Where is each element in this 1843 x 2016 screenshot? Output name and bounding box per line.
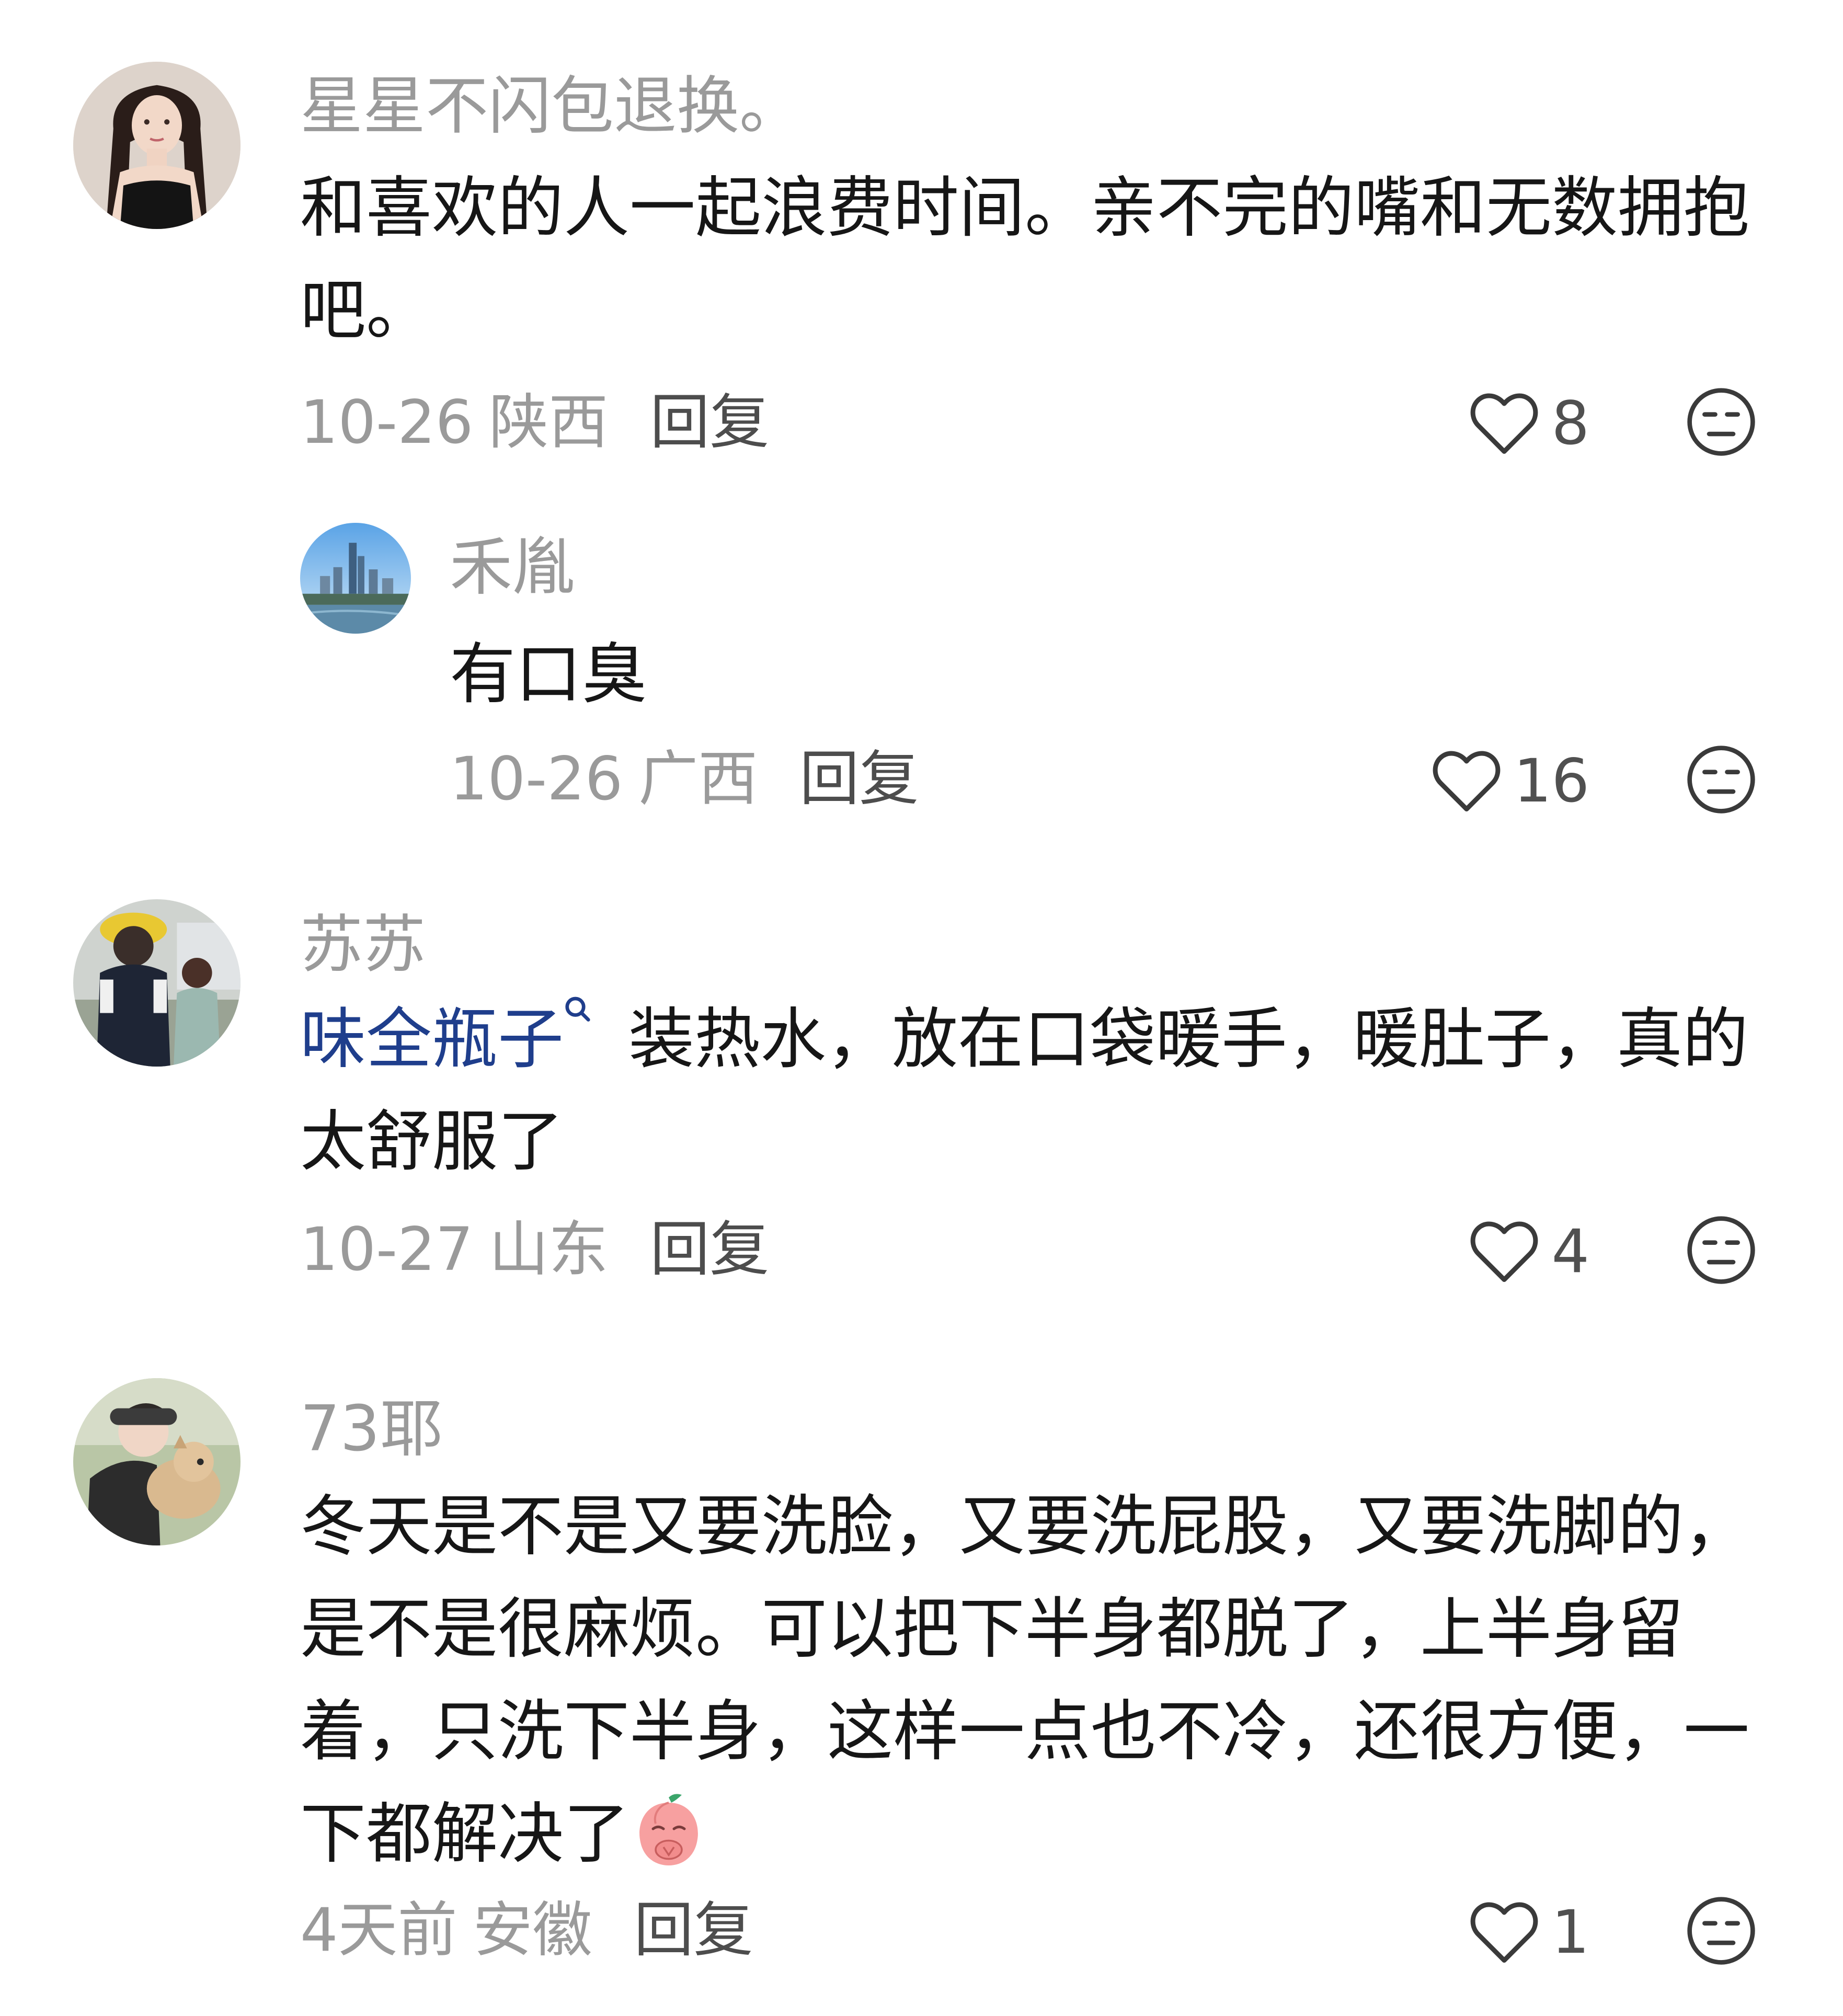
avatar-two-kids-icon bbox=[73, 899, 241, 1067]
search-icon[interactable] bbox=[564, 994, 592, 1031]
heart-outline-icon bbox=[1433, 751, 1501, 812]
unamused-face-icon[interactable] bbox=[1685, 1895, 1757, 1967]
avatar[interactable] bbox=[73, 1378, 241, 1545]
like-button[interactable]: 1 bbox=[1469, 1896, 1589, 1969]
reply-username[interactable]: 禾胤 bbox=[450, 531, 575, 604]
unamused-face-icon[interactable] bbox=[1685, 743, 1757, 816]
reply-location: 广西 bbox=[638, 744, 758, 814]
comment-text: 和喜欢的人一起浪费时间。亲不完的嘴和无数拥抱吧。 bbox=[300, 157, 1764, 362]
comment-username[interactable]: 苏苏 bbox=[300, 909, 426, 982]
reply-button[interactable]: 回复 bbox=[650, 1215, 769, 1284]
reply-text: 有口臭 bbox=[450, 623, 1757, 726]
comment-item: 苏苏 味全瓶子 装热水，放在口袋暖手，暖肚子，真的太舒服了 10-27 山东 回复 4 bbox=[0, 884, 1843, 1344]
like-count: 1 bbox=[1551, 1897, 1589, 1967]
reply-text-body: 有口臭 bbox=[450, 636, 647, 713]
avatar-city-skyline-icon bbox=[300, 523, 411, 634]
reply-item: 禾胤 有口臭 10-26 广西 回复 16 bbox=[0, 502, 1843, 847]
comment-text: 味全瓶子 装热水，放在口袋暖手，暖肚子，真的太舒服了 bbox=[300, 988, 1764, 1193]
like-count: 4 bbox=[1551, 1217, 1589, 1286]
unamused-face-icon[interactable] bbox=[1685, 386, 1757, 458]
reply-button[interactable]: 回复 bbox=[634, 1895, 753, 1965]
avatar-person-with-dog-icon bbox=[73, 1378, 241, 1545]
comment-username[interactable]: 73耶 bbox=[300, 1393, 443, 1466]
reply-meta: 10-26 广西 回复 bbox=[450, 742, 919, 816]
reply-button[interactable]: 回复 bbox=[799, 744, 919, 814]
comment-username[interactable]: 星星不闪包退换。 bbox=[300, 70, 802, 143]
comment-meta: 4天前 安徽 回复 bbox=[300, 1894, 753, 1967]
comment-meta: 10-26 陕西 回复 bbox=[300, 386, 769, 459]
like-count: 16 bbox=[1513, 746, 1589, 816]
avatar[interactable] bbox=[300, 523, 411, 634]
peach-pray-emoji-icon bbox=[639, 1794, 698, 1865]
like-button[interactable]: 4 bbox=[1469, 1215, 1589, 1288]
like-button[interactable]: 8 bbox=[1469, 387, 1589, 460]
comment-location: 山东 bbox=[489, 1215, 609, 1284]
comment-text: 冬天是不是又要洗脸，又要洗屁股，又要洗脚的，是不是很麻烦。可以把下半身都脱了，上… bbox=[300, 1475, 1754, 1885]
avatar[interactable] bbox=[73, 899, 241, 1067]
reply-date: 10-26 bbox=[450, 744, 623, 814]
comment-date: 10-26 bbox=[300, 387, 474, 457]
heart-outline-icon bbox=[1471, 1221, 1538, 1282]
unamused-face-icon[interactable] bbox=[1685, 1214, 1757, 1286]
like-button[interactable]: 16 bbox=[1431, 744, 1589, 818]
avatar[interactable] bbox=[73, 62, 241, 229]
mention-link[interactable]: 味全瓶子 bbox=[300, 1001, 564, 1078]
avatar-woman-braids-icon bbox=[73, 62, 241, 229]
comment-item: 星星不闪包退换。 和喜欢的人一起浪费时间。亲不完的嘴和无数拥抱吧。 10-26 陕… bbox=[0, 0, 1843, 486]
comment-text-body: 冬天是不是又要洗脸，又要洗屁股，又要洗脚的，是不是很麻烦。可以把下半身都脱了，上… bbox=[300, 1488, 1749, 1872]
comment-item: 73耶 冬天是不是又要洗脸，又要洗屁股，又要洗脚的，是不是很麻烦。可以把下半身都… bbox=[0, 1359, 1843, 2016]
heart-outline-icon bbox=[1471, 393, 1538, 454]
reply-button[interactable]: 回复 bbox=[650, 387, 769, 457]
comment-date: 10-27 bbox=[300, 1215, 474, 1284]
heart-outline-icon bbox=[1471, 1902, 1538, 1963]
comment-location: 安徽 bbox=[473, 1895, 592, 1965]
comment-date: 4天前 bbox=[300, 1895, 457, 1965]
comment-text-body: 和喜欢的人一起浪费时间。亲不完的嘴和无数拥抱吧。 bbox=[300, 169, 1749, 349]
comment-location: 陕西 bbox=[489, 387, 609, 457]
comment-meta: 10-27 山东 回复 bbox=[300, 1213, 769, 1286]
like-count: 8 bbox=[1551, 388, 1589, 458]
